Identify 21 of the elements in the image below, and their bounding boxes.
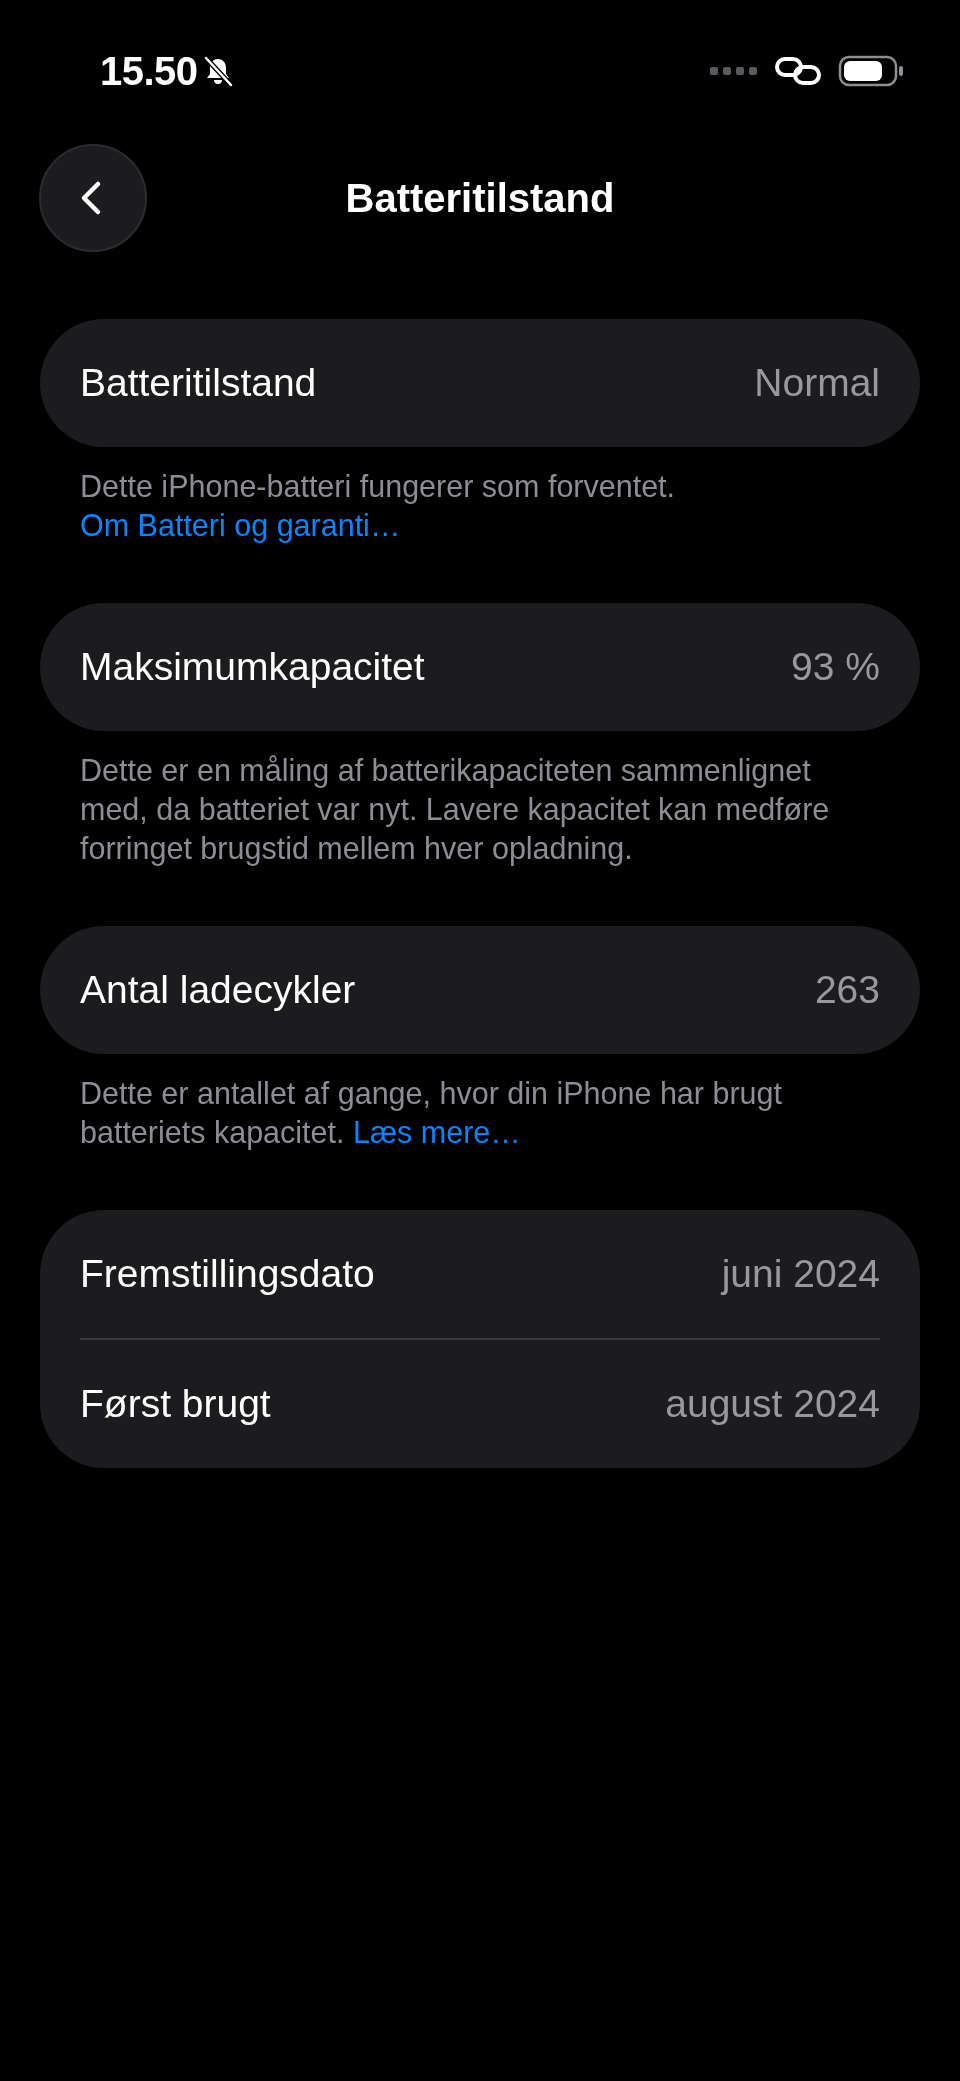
link-icon (774, 56, 822, 86)
battery-icon (838, 55, 904, 87)
row-value: august 2024 (665, 1382, 880, 1426)
row-label: Først brugt (80, 1382, 271, 1426)
info-link[interactable]: Om Batteri og garanti… (80, 508, 401, 542)
footer-text: Dette iPhone-batteri fungerer som forventet. Om Batteri og garanti… (80, 468, 677, 545)
row-value: Normal (754, 361, 880, 405)
page-title: Batteritilstand (345, 175, 615, 221)
row-label: Fremstillingsdato (80, 1252, 375, 1296)
bell-slash-icon (201, 55, 234, 87)
row-label: Maksimumkapacitet (80, 645, 425, 689)
status-time: 15.50 (100, 48, 198, 94)
row-label: Antal ladecykler (80, 968, 356, 1012)
row-value: 263 (814, 968, 880, 1012)
footer-text: Dette er antallet af gange, hvor din iPhone har brugt batteriets kapacitet. Læs mere… (80, 1075, 783, 1152)
row-label: Batteritilstand (80, 361, 317, 405)
footer-text: Dette er en måling af batterikapaciteten sammenlignet med, da batteriet var nyt. Lavere kapacitet kan medføre forringet brugstid mellem hver opladning. (80, 752, 831, 868)
row-value: 93 % (791, 645, 880, 689)
row-value: juni 2024 (721, 1252, 880, 1296)
info-link[interactable]: Læs mere… (352, 1115, 521, 1149)
signal-dots-icon (710, 66, 758, 76)
